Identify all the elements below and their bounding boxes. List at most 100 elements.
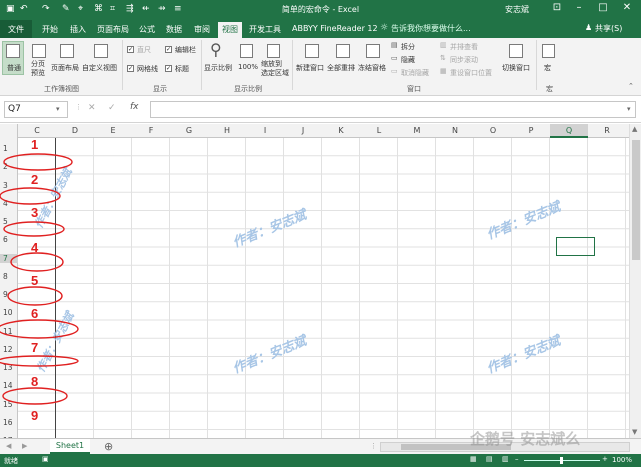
prev-sheet-icon[interactable]: ◀ bbox=[6, 442, 11, 450]
freeze-panes-icon bbox=[366, 44, 380, 58]
enter-icon[interactable]: ✓ bbox=[108, 103, 116, 113]
sheet-tab-sheet1[interactable]: Sheet1 bbox=[50, 439, 90, 454]
column-header-o[interactable]: O bbox=[474, 126, 512, 135]
headings-checkbox[interactable]: ✓ bbox=[165, 65, 172, 72]
annotation-ellipse bbox=[2, 387, 68, 405]
formula-bar-checkbox[interactable]: ✓ bbox=[165, 46, 172, 53]
unhide-button[interactable]: 取消隐藏 bbox=[401, 68, 429, 78]
ribbon-separator bbox=[292, 40, 293, 90]
page-break-button[interactable]: 分页 预览 bbox=[31, 60, 45, 78]
column-header-k[interactable]: K bbox=[322, 126, 360, 135]
column-header-p[interactable]: P bbox=[512, 126, 550, 135]
reset-pos-button[interactable]: 重设窗口位置 bbox=[450, 68, 492, 78]
column-header-q[interactable]: Q bbox=[550, 124, 588, 138]
tab-page-layout[interactable]: 页面布局 bbox=[97, 24, 129, 35]
zoom-100-button[interactable]: 100% bbox=[238, 63, 258, 71]
sync-scroll-icon: ⇅ bbox=[440, 54, 446, 62]
arrange-all-button[interactable]: 全部重排 bbox=[327, 63, 355, 73]
formula-input[interactable] bbox=[150, 101, 636, 118]
column-header-r[interactable]: R bbox=[588, 126, 626, 135]
ribbon-separator bbox=[536, 40, 537, 90]
column-header-g[interactable]: G bbox=[170, 126, 208, 135]
tab-view[interactable]: 视图 bbox=[218, 22, 242, 38]
scroll-up-icon[interactable]: ▲ bbox=[632, 125, 637, 133]
zoom-level[interactable]: 100% bbox=[612, 456, 632, 464]
tab-home[interactable]: 开始 bbox=[42, 24, 58, 35]
tab-review[interactable]: 审阅 bbox=[194, 24, 210, 35]
zoom-icon: ⚲ bbox=[210, 40, 222, 59]
ribbon-separator bbox=[201, 40, 202, 90]
headings-label: 标题 bbox=[175, 65, 189, 73]
vertical-scrollbar[interactable]: ▲ ▼ bbox=[629, 124, 641, 438]
next-sheet-icon[interactable]: ▶ bbox=[22, 442, 27, 450]
zoom-slider-thumb[interactable] bbox=[560, 457, 563, 464]
collapse-ribbon-icon[interactable]: ⌃ bbox=[628, 82, 634, 90]
scroll-thumb[interactable] bbox=[632, 140, 640, 260]
column-header-n[interactable]: N bbox=[436, 126, 474, 135]
page-layout-button[interactable]: 页面布局 bbox=[51, 63, 79, 73]
side-by-side-button[interactable]: 并排查看 bbox=[450, 42, 478, 52]
column-header-m[interactable]: M bbox=[398, 126, 436, 135]
switch-window-button[interactable]: 切换窗口 bbox=[502, 63, 530, 73]
column-header-f[interactable]: F bbox=[132, 126, 170, 135]
freeze-panes-button[interactable]: 冻结窗格 bbox=[358, 63, 386, 73]
arrange-all-icon bbox=[336, 44, 350, 58]
column-header-i[interactable]: I bbox=[246, 126, 284, 135]
column-header-j[interactable]: J bbox=[284, 126, 322, 135]
tab-abbyy[interactable]: ABBYY FineReader 12 bbox=[292, 24, 378, 33]
page-break-status-icon[interactable]: ▥ bbox=[502, 455, 509, 463]
active-cell-q7[interactable] bbox=[556, 237, 595, 256]
group-label-window: 窗口 bbox=[407, 85, 421, 93]
split-button[interactable]: 拆分 bbox=[401, 42, 415, 52]
scroll-down-icon[interactable]: ▼ bbox=[632, 428, 637, 436]
zoom-selection-icon bbox=[267, 44, 280, 58]
expand-formula-icon[interactable]: ▾ bbox=[627, 105, 631, 113]
tell-me-input[interactable]: 告诉我你想要做什么... bbox=[391, 23, 471, 34]
zoom-out-icon[interactable]: – bbox=[515, 455, 519, 463]
tab-insert[interactable]: 插入 bbox=[70, 24, 86, 35]
lightbulb-icon: ☼ bbox=[380, 23, 389, 33]
close-icon[interactable]: ✕ bbox=[618, 2, 636, 13]
column-header-d[interactable]: D bbox=[56, 126, 94, 135]
zoom-selection-button[interactable]: 缩放到 选定区域 bbox=[261, 60, 289, 78]
column-header-l[interactable]: L bbox=[360, 126, 398, 135]
status-bar: 就绪 ▣ ▦ ▤ ▥ – + 100% bbox=[0, 454, 641, 467]
page-layout-status-icon[interactable]: ▤ bbox=[486, 455, 493, 463]
ruler-label: 直尺 bbox=[137, 46, 151, 54]
hide-button[interactable]: 隐藏 bbox=[401, 55, 415, 65]
add-sheet-icon[interactable]: ⊕ bbox=[104, 440, 113, 453]
page-break-icon bbox=[32, 44, 46, 58]
annotation-ellipse bbox=[3, 153, 73, 171]
zoom-in-icon[interactable]: + bbox=[602, 455, 608, 463]
annotation-ellipse bbox=[0, 187, 61, 205]
share-icon: ♟ bbox=[585, 23, 593, 32]
share-button[interactable]: 共享(S) bbox=[595, 23, 622, 34]
sync-scroll-button[interactable]: 同步滚动 bbox=[450, 55, 478, 65]
tab-developer[interactable]: 开发工具 bbox=[249, 24, 281, 35]
tab-formulas[interactable]: 公式 bbox=[139, 24, 155, 35]
normal-view-status-icon[interactable]: ▦ bbox=[470, 455, 477, 463]
select-all-button[interactable] bbox=[0, 124, 18, 138]
tab-split-icon[interactable]: ⋮ bbox=[370, 442, 377, 450]
column-header-h[interactable]: H bbox=[208, 126, 246, 135]
new-window-button[interactable]: 新建窗口 bbox=[296, 63, 324, 73]
maximize-icon[interactable]: □ bbox=[594, 2, 612, 13]
status-ready: 就绪 bbox=[4, 457, 18, 465]
tab-file[interactable]: 文件 bbox=[0, 20, 32, 38]
macros-button[interactable]: 宏 bbox=[544, 63, 551, 73]
ribbon-display-icon[interactable]: ⊡ bbox=[548, 2, 566, 13]
insert-function-button[interactable]: fx bbox=[130, 102, 139, 112]
cancel-icon[interactable]: ✕ bbox=[88, 103, 96, 113]
cell-grid[interactable] bbox=[18, 138, 629, 438]
column-header-e[interactable]: E bbox=[94, 126, 132, 135]
macro-record-icon[interactable]: ▣ bbox=[42, 455, 49, 463]
custom-view-button[interactable]: 自定义视图 bbox=[82, 63, 117, 73]
zoom-button[interactable]: 显示比例 bbox=[204, 63, 232, 73]
user-name[interactable]: 安志斌 bbox=[505, 4, 529, 15]
tab-data[interactable]: 数据 bbox=[166, 24, 182, 35]
ruler-checkbox[interactable]: ✓ bbox=[127, 46, 134, 53]
minimize-icon[interactable]: – bbox=[570, 2, 588, 13]
column-header-c[interactable]: C bbox=[18, 126, 56, 135]
gridlines-checkbox[interactable]: ✓ bbox=[127, 65, 134, 72]
name-box-dropdown-icon[interactable]: ▾ bbox=[56, 105, 60, 113]
